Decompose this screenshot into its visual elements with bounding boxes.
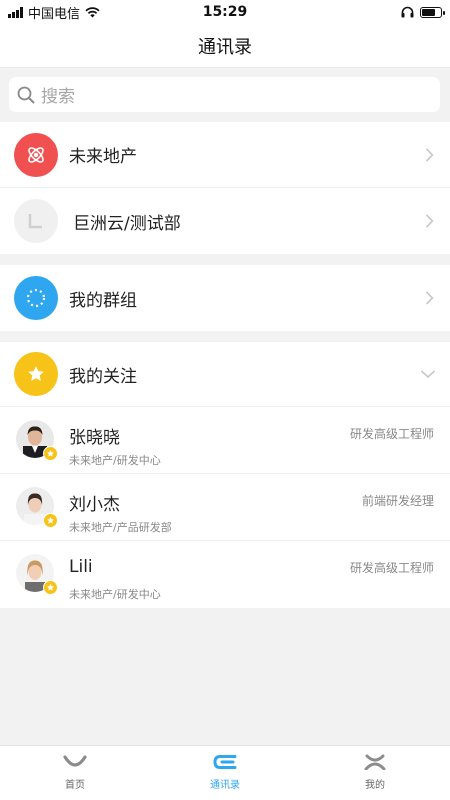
favorite-star-icon xyxy=(43,513,58,528)
groups-section: 我的群组 xyxy=(0,265,450,331)
tab-home[interactable]: 首页 xyxy=(0,746,150,800)
dotted-circle-icon xyxy=(14,276,58,320)
status-bar: 中国电信 15:29 xyxy=(0,0,450,24)
tab-bar: 首页 通讯录 我的 xyxy=(0,745,450,800)
favorite-star-icon xyxy=(43,580,58,595)
org-placeholder-icon xyxy=(14,199,58,243)
avatar xyxy=(16,554,58,595)
groups-label: 我的群组 xyxy=(69,290,137,311)
tab-contacts[interactable]: 通讯录 xyxy=(150,746,300,800)
contact-row[interactable]: Lili 未来地产/研发中心 研发高级工程师 xyxy=(0,541,450,608)
signal-icon xyxy=(8,6,23,18)
org-label: 巨洲云/测试部 xyxy=(73,213,181,234)
org-item-juzhou[interactable]: 巨洲云/测试部 xyxy=(0,188,450,254)
star-icon xyxy=(14,352,58,396)
tab-label: 我的 xyxy=(365,780,385,791)
contact-department: 未来地产/研发中心 xyxy=(69,588,161,601)
battery-icon xyxy=(420,6,445,18)
search-placeholder: 搜索 xyxy=(41,87,75,107)
contact-name: 张晓晓 xyxy=(69,428,120,448)
atom-icon xyxy=(14,132,58,177)
my-groups-item[interactable]: 我的群组 xyxy=(0,265,450,331)
search-input[interactable]: 搜索 xyxy=(9,77,440,112)
contact-row[interactable]: 刘小杰 未来地产/产品研发部 前端研发经理 xyxy=(0,474,450,541)
chevron-right-icon xyxy=(425,214,434,228)
avatar xyxy=(16,420,58,461)
page-title: 通讯录 xyxy=(198,36,252,58)
contact-name: Lili xyxy=(69,557,93,577)
nav-bar: 通讯录 xyxy=(0,24,450,68)
chevron-right-icon xyxy=(425,147,434,162)
contacts-c-icon xyxy=(213,755,237,769)
clock: 15:29 xyxy=(202,4,248,20)
headphones-icon xyxy=(401,6,414,18)
org-item-weilai[interactable]: 未来地产 xyxy=(0,122,450,188)
profile-icon xyxy=(364,754,386,770)
contact-row[interactable]: 张晓晓 未来地产/研发中心 研发高级工程师 xyxy=(0,407,450,474)
org-list: 未来地产 巨洲云/测试部 xyxy=(0,122,450,254)
chevron-right-icon xyxy=(425,291,434,305)
wifi-icon xyxy=(85,6,100,17)
carrier-label: 中国电信 xyxy=(28,6,81,22)
favorite-star-icon xyxy=(43,446,58,461)
org-label: 未来地产 xyxy=(69,147,137,167)
following-label: 我的关注 xyxy=(69,366,137,387)
chevron-down-icon xyxy=(420,370,436,379)
search-area: 搜索 xyxy=(0,68,450,122)
contact-name: 刘小杰 xyxy=(69,495,120,515)
following-header[interactable]: 我的关注 xyxy=(0,342,450,407)
tab-label: 首页 xyxy=(65,780,85,791)
home-smile-icon xyxy=(63,755,87,767)
search-icon xyxy=(17,86,35,103)
contact-title: 研发高级工程师 xyxy=(349,561,434,575)
tab-label: 通讯录 xyxy=(210,780,240,791)
contact-title: 前端研发经理 xyxy=(361,494,434,508)
tab-profile[interactable]: 我的 xyxy=(300,746,450,800)
contact-department: 未来地产/产品研发部 xyxy=(69,521,172,534)
following-section: 我的关注 张晓晓 未来地产/研发中心 研发高级工程师 刘小杰 未来地产/产品研发… xyxy=(0,342,450,608)
avatar xyxy=(16,487,58,528)
contact-title: 研发高级工程师 xyxy=(349,427,434,441)
contact-department: 未来地产/研发中心 xyxy=(69,454,161,467)
